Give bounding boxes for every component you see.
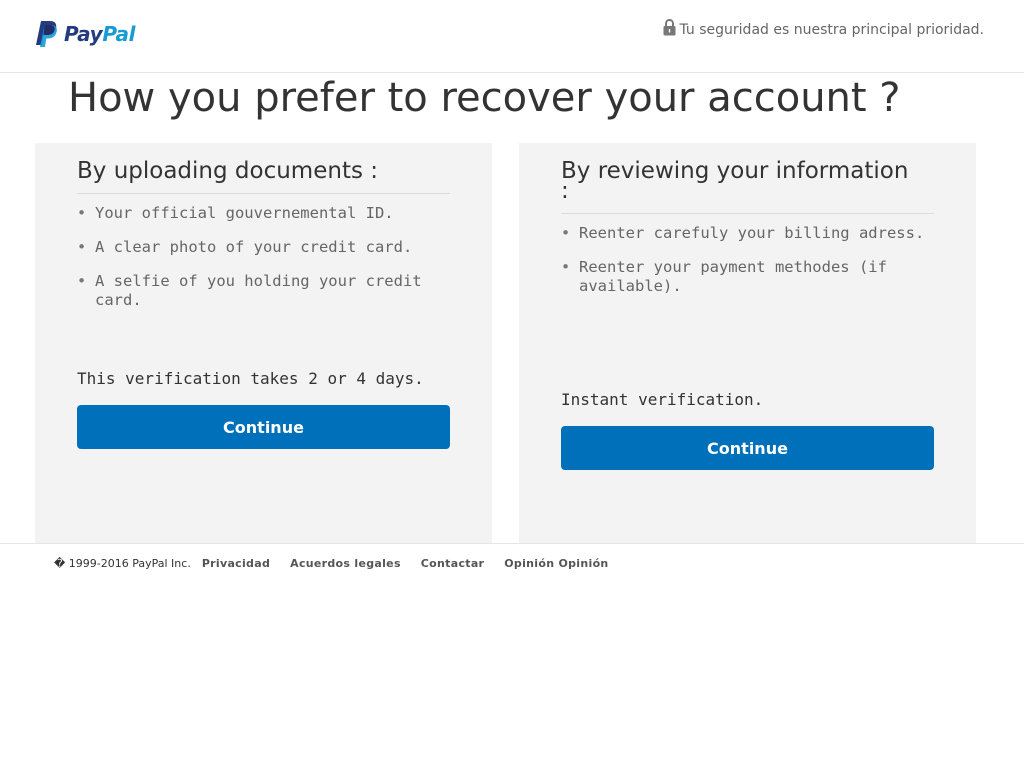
footer-link-privacidad[interactable]: Privacidad: [202, 557, 270, 570]
list-item-text: Reenter your payment methodes (if availa…: [579, 258, 887, 295]
security-notice: Tu seguridad es nuestra principal priori…: [663, 18, 985, 40]
paypal-p-icon: [34, 20, 58, 48]
security-text: Tu seguridad es nuestra principal priori…: [679, 21, 985, 38]
verification-duration-note: This verification takes 2 or 4 days.: [77, 369, 424, 388]
footer-link-contactar[interactable]: Contactar: [421, 557, 484, 570]
header: PayPal Tu seguridad es nuestra principal…: [0, 0, 1024, 73]
list-item: • Reenter your payment methodes (if avail…: [561, 258, 887, 295]
footer-link-opinion[interactable]: Opinión Opinión: [504, 557, 608, 570]
page-title: How you prefer to recover your account ?: [68, 75, 901, 121]
upload-documents-panel: By uploading documents : • Your official …: [35, 143, 492, 543]
continue-review-button[interactable]: Continue: [561, 426, 934, 470]
requirements-list: • Your official gouvernemental ID. • A cle…: [77, 204, 450, 310]
review-information-panel: By reviewing your information : • Reenter…: [519, 143, 976, 543]
list-item-text: A selfie of you holding your credit card…: [95, 272, 422, 309]
panel-title: By reviewing your information :: [561, 157, 934, 214]
paypal-logo[interactable]: PayPal: [34, 19, 136, 49]
list-item: • Reenter carefuly your billing adress.: [561, 224, 925, 242]
requirements-list: • Reenter carefuly your billing adress. •…: [561, 224, 934, 296]
list-item: • Your official gouvernemental ID.: [77, 204, 394, 222]
footer: � 1999-2016 PayPal Inc. Privacidad Acuer…: [0, 543, 1024, 583]
copyright-text: � 1999-2016 PayPal Inc.: [54, 557, 191, 570]
lock-icon: [663, 18, 676, 40]
panel-title-line: :: [561, 178, 569, 204]
continue-upload-button[interactable]: Continue: [77, 405, 450, 449]
list-item-text: Your official gouvernemental ID.: [95, 204, 394, 222]
list-item: • A clear photo of your credit card.: [77, 238, 413, 256]
panel-title: By uploading documents :: [77, 157, 450, 194]
instant-verification-note: Instant verification.: [561, 390, 764, 409]
panel-title-line: By uploading documents :: [77, 158, 378, 184]
panel-title-line: By reviewing your information: [561, 158, 909, 184]
paypal-wordmark: PayPal: [64, 22, 136, 46]
list-item: • A selfie of you holding your credit car…: [77, 272, 422, 309]
list-item-text: A clear photo of your credit card.: [95, 238, 413, 256]
footer-link-acuerdos-legales[interactable]: Acuerdos legales: [290, 557, 401, 570]
list-item-text: Reenter carefuly your billing adress.: [579, 224, 925, 242]
